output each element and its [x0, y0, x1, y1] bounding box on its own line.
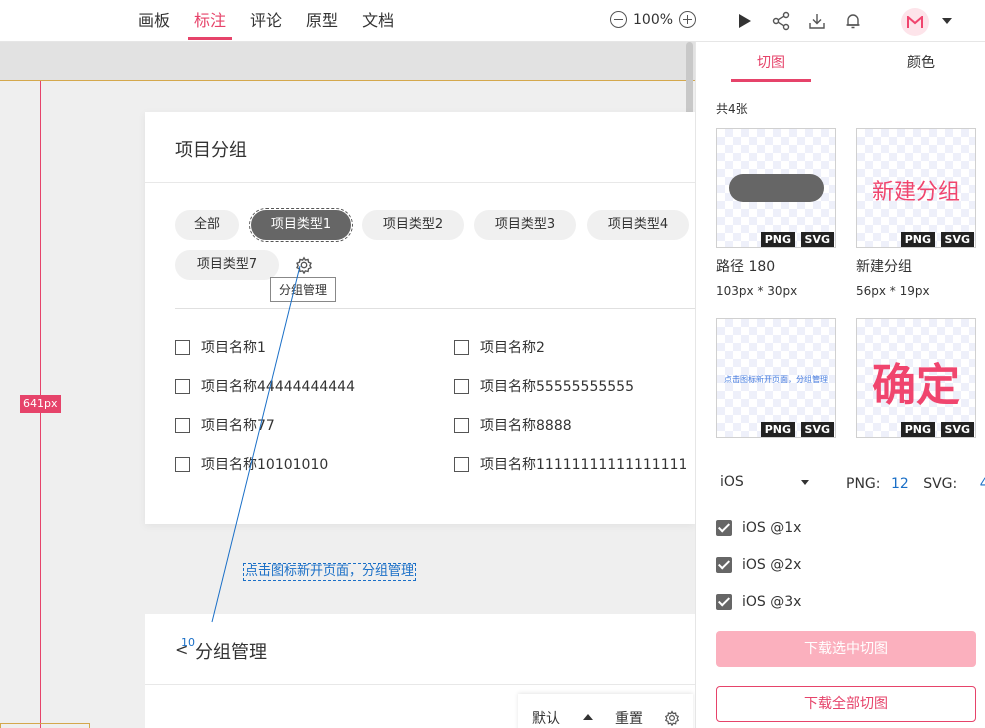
svg-badge[interactable]: SVG — [940, 232, 974, 247]
main-nav: 画板 标注 评论 原型 文档 — [132, 0, 412, 42]
checkbox-checked[interactable] — [716, 557, 732, 573]
png-count-label: PNG: — [846, 476, 881, 492]
annotation-connector-line — [211, 265, 301, 623]
tab-artboard[interactable]: 画板 — [132, 0, 176, 42]
brand-logo-icon — [907, 16, 923, 28]
png-badge[interactable]: PNG — [760, 422, 795, 437]
svg-badge[interactable]: SVG — [800, 232, 834, 247]
top-bar: 画板 标注 评论 原型 文档 100% — [0, 0, 985, 42]
download-icon[interactable] — [807, 11, 827, 31]
scale-option[interactable]: iOS @3x — [716, 594, 801, 610]
zoom-in-icon[interactable] — [679, 11, 697, 28]
format-counts: PNG: 12 SVG: 4 — [846, 476, 985, 492]
slice-preview-shape — [729, 174, 824, 202]
slice-thumbnail[interactable]: PNG SVG — [716, 128, 836, 248]
play-icon[interactable] — [734, 11, 754, 31]
platform-select[interactable]: iOS — [720, 474, 744, 490]
scale-label: iOS @3x — [742, 594, 802, 610]
scale-option[interactable]: iOS @1x — [716, 520, 801, 536]
tab-docs[interactable]: 文档 — [356, 0, 400, 42]
zoom-control: 100% — [610, 11, 697, 28]
slice-count: 共4张 — [716, 102, 748, 116]
bell-icon[interactable] — [843, 11, 863, 31]
tab-colors[interactable]: 颜色 — [907, 52, 935, 72]
slice-size: 103px * 30px — [716, 284, 798, 298]
slice-thumbnail[interactable]: 新建分组 PNG SVG — [856, 128, 976, 248]
slice-size: 56px * 19px — [856, 284, 930, 298]
slice-preview-text: 新建分组 — [871, 180, 960, 205]
caret-down-icon[interactable] — [801, 480, 809, 485]
slice-panel: 切图 颜色 共4张 PNG SVG 路径 180 103px * 30px 新建… — [695, 42, 985, 728]
design-canvas[interactable]: 641px 项目分组 全部 项目类型1 项目类型2 项目类型3 项目类型4 项目… — [0, 42, 695, 728]
scale-option[interactable]: iOS @2x — [716, 557, 801, 573]
tab-comments[interactable]: 评论 — [244, 0, 288, 42]
slice-name: 路径 180 — [716, 259, 776, 275]
download-selected-button[interactable]: 下载选中切图 — [716, 631, 976, 667]
slice-thumbnail[interactable]: 点击图标新开页面，分组管理 PNG SVG — [716, 318, 836, 438]
checkbox-checked[interactable] — [716, 520, 732, 536]
slice-name: 新建分组 — [856, 259, 912, 275]
account-menu-caret-icon[interactable] — [942, 18, 952, 24]
png-count: 12 — [890, 476, 909, 492]
tab-slices[interactable]: 切图 — [757, 52, 785, 72]
zoom-level: 100% — [633, 11, 674, 28]
tab-annotation[interactable]: 标注 — [188, 0, 233, 42]
svg-badge[interactable]: SVG — [940, 422, 974, 437]
zoom-out-icon[interactable] — [610, 11, 627, 28]
scale-label: iOS @2x — [742, 557, 802, 573]
png-badge[interactable]: PNG — [900, 232, 935, 247]
png-badge[interactable]: PNG — [900, 422, 935, 437]
share-icon[interactable] — [771, 11, 791, 31]
avatar[interactable] — [901, 8, 929, 36]
download-all-button[interactable]: 下载全部切图 — [716, 686, 976, 722]
svg-badge[interactable]: SVG — [800, 422, 834, 437]
png-badge[interactable]: PNG — [760, 232, 795, 247]
scale-label: iOS @1x — [742, 520, 802, 536]
checkbox-checked[interactable] — [716, 594, 732, 610]
svg-count: 4 — [979, 476, 985, 492]
svg-count-label: SVG: — [923, 476, 958, 492]
tab-prototype[interactable]: 原型 — [300, 0, 344, 42]
slice-preview-text: 确定 — [872, 360, 960, 411]
slice-preview-text: 点击图标新开页面，分组管理 — [724, 375, 828, 384]
active-tab-indicator — [731, 79, 811, 82]
slice-thumbnail[interactable]: 确定 PNG SVG — [856, 318, 976, 438]
